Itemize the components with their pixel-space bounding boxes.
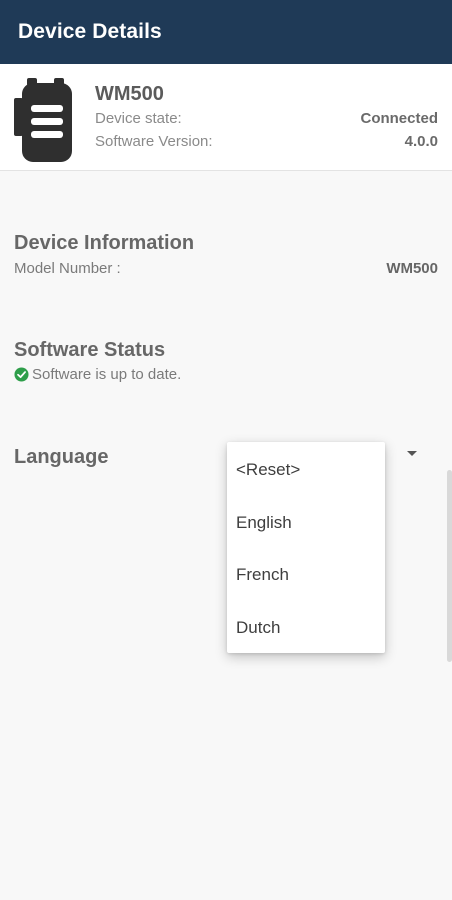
software-version-label: Software Version: xyxy=(95,133,213,150)
software-version-value: 4.0.0 xyxy=(404,133,438,150)
software-status-title: Software Status xyxy=(14,339,166,361)
language-title: Language xyxy=(14,446,109,468)
device-state-value: Connected xyxy=(360,110,438,127)
software-status-text: Software is up to date. xyxy=(32,366,182,383)
device-state-label: Device state: xyxy=(95,110,182,127)
check-circle-icon xyxy=(14,367,29,382)
language-option-dutch[interactable]: Dutch xyxy=(236,618,280,638)
scrollbar[interactable] xyxy=(447,470,452,662)
language-option-reset[interactable]: <Reset> xyxy=(236,460,300,480)
language-option-french[interactable]: French xyxy=(236,565,289,585)
page-title: Device Details xyxy=(18,20,162,43)
device-header-card: WM500 Device state: Connected Software V… xyxy=(0,64,452,171)
dropdown-arrow-icon[interactable] xyxy=(407,451,417,456)
language-option-english[interactable]: English xyxy=(236,513,292,533)
model-number-value: WM500 xyxy=(386,260,438,277)
radio-device-icon xyxy=(14,78,72,162)
language-dropdown-menu: <Reset> English French Dutch xyxy=(227,442,385,653)
device-information-title: Device Information xyxy=(14,232,195,254)
model-number-label: Model Number : xyxy=(14,260,121,277)
software-status-line: Software is up to date. xyxy=(14,366,181,383)
device-name: WM500 xyxy=(95,83,164,105)
app-bar: Device Details xyxy=(0,0,452,64)
